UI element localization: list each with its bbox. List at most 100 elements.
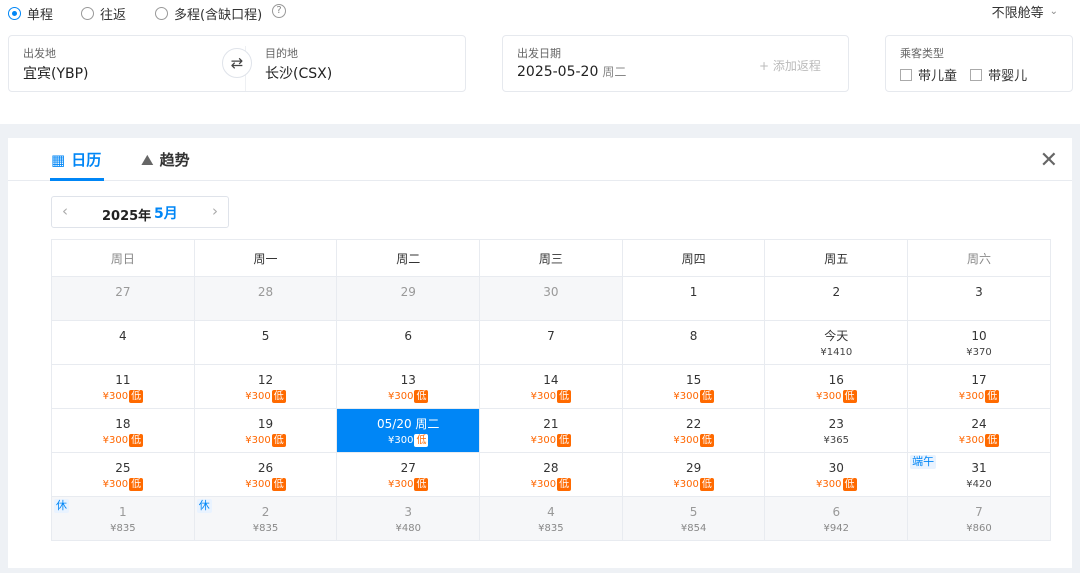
trip-type-roundtrip[interactable]: 往返 bbox=[81, 4, 126, 23]
help-icon[interactable]: ? bbox=[272, 4, 286, 18]
child-checkbox[interactable]: 带儿童 bbox=[900, 65, 957, 84]
day-price-row: ¥942 bbox=[765, 522, 907, 536]
tab-calendar[interactable]: ▦ 日历 bbox=[51, 149, 101, 170]
calendar-day[interactable]: 29 bbox=[336, 276, 481, 321]
calendar-day[interactable]: 端午 31 ¥420 bbox=[907, 452, 1051, 497]
calendar-day[interactable]: 7 ¥860 bbox=[907, 496, 1051, 541]
day-number: 23 bbox=[828, 417, 844, 431]
trip-type-label: 单程 bbox=[27, 8, 54, 23]
calendar-day[interactable]: 4 ¥835 bbox=[479, 496, 623, 541]
calendar-day[interactable]: 24 ¥300 低 bbox=[907, 408, 1051, 453]
day-price: ¥835 bbox=[252, 523, 279, 534]
calendar-day[interactable]: 16 ¥300 低 bbox=[764, 364, 909, 409]
day-price-row: ¥860 bbox=[908, 522, 1050, 536]
calendar-day[interactable]: 23 ¥365 bbox=[764, 408, 909, 453]
calendar-day[interactable]: 5 ¥854 bbox=[621, 496, 766, 541]
weekday-header: 周二 bbox=[336, 239, 481, 277]
day-number: 7 bbox=[547, 329, 555, 343]
date-weekday: 周二 bbox=[602, 65, 627, 79]
calendar-day[interactable]: 26 ¥300 低 bbox=[193, 452, 338, 497]
calendar-day[interactable]: 休 1 ¥835 bbox=[51, 496, 195, 541]
calendar-day[interactable]: 29 ¥300 低 bbox=[621, 452, 766, 497]
calendar-day[interactable]: 3 ¥480 bbox=[336, 496, 481, 541]
calendar-day[interactable]: 6 bbox=[336, 320, 481, 365]
day-number: 14 bbox=[543, 373, 559, 387]
swap-icon[interactable]: ⇄ bbox=[222, 48, 252, 78]
low-price-badge: 低 bbox=[699, 478, 714, 491]
day-number: 29 bbox=[400, 285, 416, 299]
day-number: 26 bbox=[257, 461, 274, 475]
day-price: ¥300 bbox=[958, 391, 985, 402]
low-price-badge: 低 bbox=[129, 434, 144, 447]
calendar-day[interactable]: 28 ¥300 低 bbox=[479, 452, 623, 497]
day-price: ¥365 bbox=[823, 435, 849, 446]
calendar-day[interactable]: 30 ¥300 低 bbox=[764, 452, 909, 497]
calendar-grid: 周日 周一 周二 周三 周四 周五 周六 27 28 29 30 1 2 3 4 5 6 7 8 今天 ¥… bbox=[51, 239, 1051, 541]
trend-icon: ⛰ bbox=[141, 150, 154, 169]
day-number: 10 bbox=[971, 329, 987, 343]
day-number: 1 bbox=[119, 505, 127, 519]
calendar-day[interactable]: 15 ¥300 低 bbox=[621, 364, 766, 409]
day-number: 8 bbox=[689, 329, 698, 343]
calendar-day[interactable]: 今天 ¥1410 bbox=[764, 320, 909, 365]
next-month-button[interactable]: › bbox=[212, 202, 218, 220]
day-price: ¥300 bbox=[958, 435, 985, 446]
calendar-day[interactable]: 27 bbox=[51, 276, 195, 321]
close-icon[interactable]: ✕ bbox=[1040, 148, 1058, 173]
date-label: 出发日期 bbox=[517, 47, 561, 60]
tab-label: 日历 bbox=[71, 151, 102, 169]
tab-trend[interactable]: ⛰ 趋势 bbox=[141, 149, 190, 170]
infant-checkbox[interactable]: 带婴儿 bbox=[970, 65, 1027, 84]
calendar-day[interactable]: 27 ¥300 低 bbox=[336, 452, 481, 497]
active-tab-indicator bbox=[50, 178, 104, 181]
calendar-day[interactable]: 3 bbox=[907, 276, 1051, 321]
calendar-day[interactable]: 19 ¥300 低 bbox=[193, 408, 338, 453]
low-price-badge: 低 bbox=[271, 390, 286, 403]
calendar-day[interactable]: 22 ¥300 低 bbox=[621, 408, 766, 453]
cabin-class-select[interactable]: 不限舱等 ⌄ bbox=[992, 2, 1058, 21]
prev-month-button[interactable]: ‹ bbox=[62, 202, 68, 220]
month-navigator: ‹ 2025年 5月 › bbox=[51, 196, 229, 228]
low-price-badge: 低 bbox=[842, 478, 857, 491]
calendar-day[interactable]: 11 ¥300 低 bbox=[51, 364, 195, 409]
calendar-day[interactable]: 30 bbox=[479, 276, 623, 321]
calendar-day-selected[interactable]: 05/20 周二 ¥300 低 bbox=[336, 408, 481, 453]
day-number: 2 bbox=[832, 285, 841, 299]
calendar-day[interactable]: 4 bbox=[51, 320, 195, 365]
calendar-day[interactable]: 12 ¥300 低 bbox=[193, 364, 338, 409]
weekday-header: 周日 bbox=[51, 239, 195, 277]
calendar-day[interactable]: 7 bbox=[479, 320, 623, 365]
calendar-day[interactable]: 休 2 ¥835 bbox=[193, 496, 338, 541]
holiday-tag: 休 bbox=[196, 499, 212, 513]
trip-type-oneway[interactable]: 单程 bbox=[8, 4, 53, 23]
calendar-day[interactable]: 1 bbox=[621, 276, 766, 321]
add-return-button[interactable]: + 添加返程 bbox=[759, 57, 821, 74]
trip-type-multicity[interactable]: 多程(含缺口程) bbox=[155, 4, 262, 23]
day-number: 5 bbox=[689, 505, 698, 519]
calendar-day[interactable]: 17 ¥300 低 bbox=[907, 364, 1051, 409]
weekday-header: 周三 bbox=[479, 239, 623, 277]
origin-field[interactable]: 出发地 宜宾(YBP) bbox=[9, 36, 229, 91]
calendar-day[interactable]: 18 ¥300 低 bbox=[51, 408, 195, 453]
passenger-label: 乘客类型 bbox=[900, 47, 944, 60]
day-number: 21 bbox=[543, 417, 559, 431]
calendar-week-row: 休 1 ¥835 休 2 ¥835 3 ¥480 4 ¥835 5 ¥854 6 ¥942 7 ¥860 bbox=[51, 496, 1051, 541]
date-box[interactable]: 出发日期 2025-05-20 周二 + 添加返程 bbox=[502, 35, 849, 92]
calendar-day[interactable]: 28 bbox=[193, 276, 338, 321]
calendar-day[interactable]: 13 ¥300 低 bbox=[336, 364, 481, 409]
calendar-day[interactable]: 5 bbox=[193, 320, 338, 365]
passenger-box: 乘客类型 带儿童 带婴儿 bbox=[885, 35, 1073, 92]
child-label: 带儿童 bbox=[918, 69, 958, 84]
calendar-body: 27 28 29 30 1 2 3 4 5 6 7 8 今天 ¥1410 10 ¥370 11 ¥300 低 12 ¥3… bbox=[51, 276, 1051, 541]
calendar-day[interactable]: 14 ¥300 低 bbox=[479, 364, 623, 409]
day-number: 6 bbox=[832, 505, 841, 519]
calendar-day[interactable]: 6 ¥942 bbox=[764, 496, 909, 541]
calendar-day[interactable]: 21 ¥300 低 bbox=[479, 408, 623, 453]
destination-field[interactable]: 目的地 长沙(CSX) bbox=[255, 36, 465, 91]
calendar-day[interactable]: 10 ¥370 bbox=[907, 320, 1051, 365]
destination-value: 长沙(CSX) bbox=[265, 66, 333, 82]
calendar-day[interactable]: 25 ¥300 低 bbox=[51, 452, 195, 497]
calendar-day[interactable]: 2 bbox=[764, 276, 909, 321]
calendar-day[interactable]: 8 bbox=[621, 320, 766, 365]
weekday-header: 周一 bbox=[193, 239, 338, 277]
